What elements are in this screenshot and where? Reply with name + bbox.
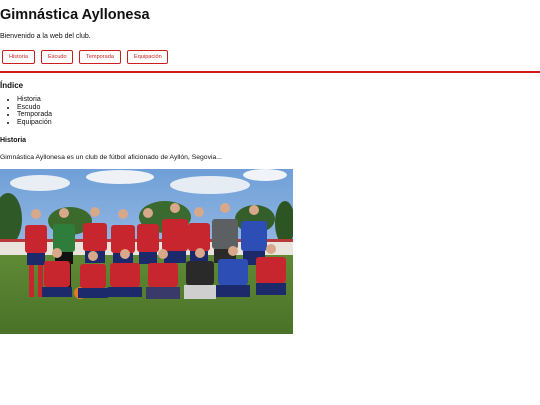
index-heading: Índice	[0, 81, 24, 90]
index-item-escudo[interactable]: Escudo	[17, 104, 52, 112]
nav-button-escudo[interactable]: Escudo	[41, 50, 73, 64]
index-item-equipacion[interactable]: Equipación	[17, 119, 52, 127]
index-list: Historia Escudo Temporada Equipación	[8, 96, 52, 126]
nav-button-equipacion[interactable]: Equipación	[127, 50, 168, 64]
index-item-temporada[interactable]: Temporada	[17, 111, 52, 119]
welcome-text: Bienvenido a la web del club.	[0, 33, 91, 40]
main-nav: Historia Escudo Temporada Equipación	[2, 50, 168, 64]
historia-heading: Historia	[0, 137, 27, 144]
nav-button-historia[interactable]: Historia	[2, 50, 35, 64]
team-photo	[0, 169, 293, 334]
index-item-historia[interactable]: Historia	[17, 96, 52, 104]
header-divider	[0, 71, 540, 73]
historia-text: Gimnástica Ayllonesa es un club de fútbo…	[0, 154, 222, 161]
site-title: Gimnástica Ayllonesa	[0, 7, 150, 23]
nav-button-temporada[interactable]: Temporada	[79, 50, 121, 64]
